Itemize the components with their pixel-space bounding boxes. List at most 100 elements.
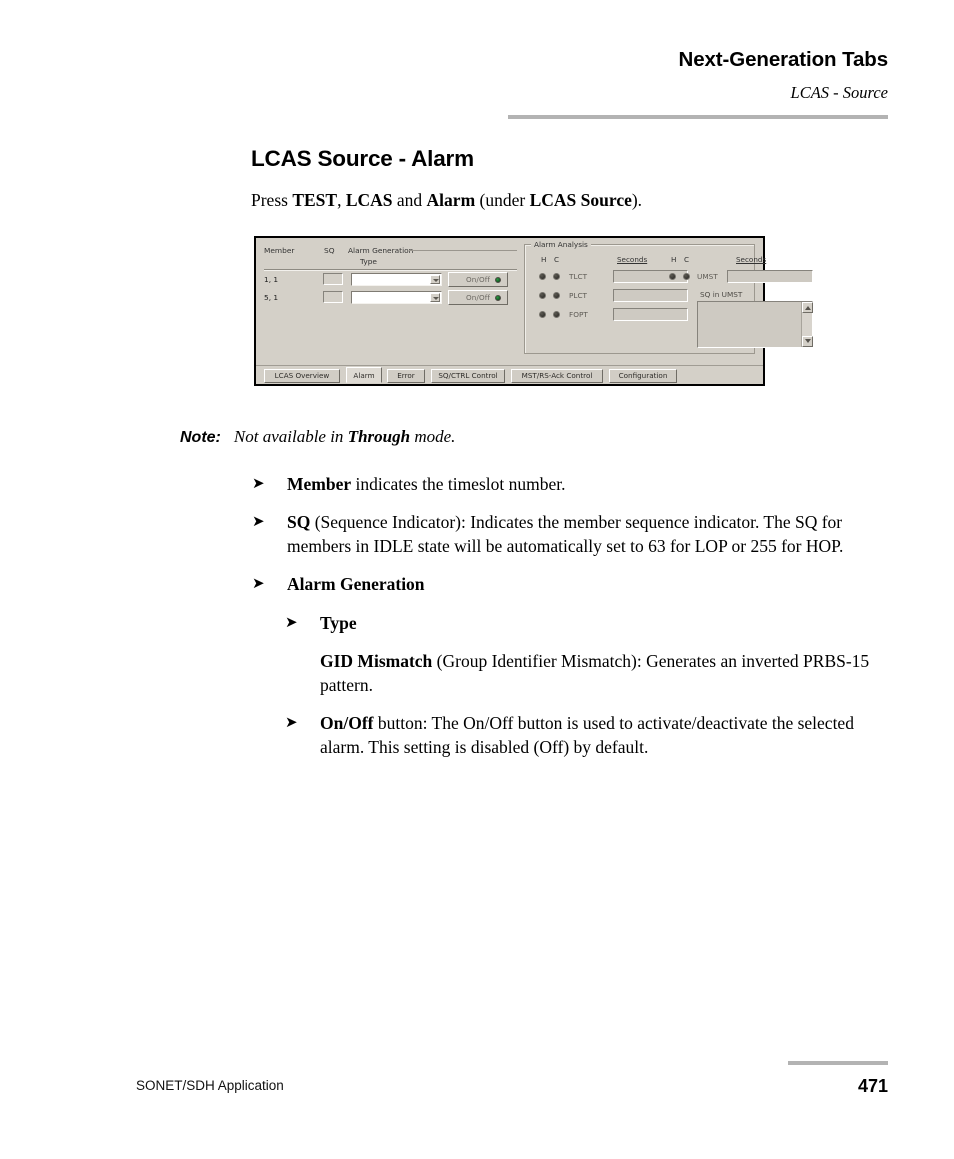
on-off-button[interactable]: On/Off — [448, 272, 508, 287]
tab-alarm[interactable]: Alarm — [346, 367, 382, 383]
paragraph-bold: GID Mismatch — [320, 650, 433, 671]
list-item: ➤ SQ (Sequence Indicator): Indicates the… — [251, 510, 891, 558]
type-dropdown[interactable] — [351, 273, 442, 286]
intro-sep-1: , — [337, 190, 346, 210]
on-off-label: On/Off — [466, 293, 490, 302]
tab-mst-rs-ack-control[interactable]: MST/RS-Ack Control — [511, 369, 603, 383]
status-led-icon — [495, 295, 501, 301]
header-seconds-right: Seconds — [736, 255, 767, 264]
note-block: Note: Not available in Through mode. — [180, 427, 455, 447]
page-title: LCAS Source - Alarm — [251, 146, 474, 171]
c-led-icon — [553, 311, 560, 318]
on-off-label: On/Off — [466, 275, 490, 284]
scroll-up-icon[interactable] — [802, 302, 813, 313]
seconds-field-tlct[interactable] — [613, 270, 688, 283]
alarm-name-umst: UMST — [697, 272, 718, 281]
list-item: ➤ Member indicates the timeslot number. — [251, 472, 891, 496]
sq-in-umst-listbox[interactable] — [697, 301, 813, 348]
page-header: Next-Generation Tabs LCAS - Source — [508, 48, 889, 103]
header-c-right: C — [684, 255, 690, 264]
note-label: Note: — [180, 429, 221, 446]
seconds-field-umst[interactable] — [727, 270, 813, 283]
list-item-text: button: The On/Off button is used to act… — [320, 712, 854, 758]
alarm-name-fopt: FOPT — [569, 310, 588, 319]
h-led-icon — [539, 311, 546, 318]
intro-paragraph: Press TEST, LCAS and Alarm (under LCAS S… — [251, 189, 642, 212]
list-item-bold: Member — [287, 474, 352, 494]
type-dropdown[interactable] — [351, 291, 442, 304]
bullet-arrow-icon: ➤ — [252, 474, 265, 492]
tab-error[interactable]: Error — [387, 369, 425, 383]
seconds-field-fopt[interactable] — [613, 308, 688, 321]
note-text: Not available in Through mode. — [234, 427, 456, 446]
status-led-icon — [495, 277, 501, 283]
list-item-sub: ➤ Type — [284, 611, 891, 635]
member-value: 1, 1 — [264, 275, 279, 284]
sq-in-umst-label: SQ in UMST — [700, 290, 743, 299]
intro-bold-test: TEST — [292, 190, 338, 210]
page-number: 471 — [857, 1076, 888, 1096]
intro-bold-alarm: Alarm — [426, 190, 476, 210]
h-led-icon — [539, 273, 546, 280]
bullet-arrow-icon: ➤ — [252, 512, 265, 531]
intro-sep-3: (under — [475, 190, 530, 210]
scroll-down-icon[interactable] — [802, 336, 813, 347]
note-text-suffix: mode. — [410, 427, 456, 446]
bullet-arrow-icon: ➤ — [285, 612, 298, 631]
bullet-list: ➤ Member indicates the timeslot number. … — [251, 472, 891, 773]
list-item: ➤ Alarm Generation — [251, 572, 891, 596]
footer-divider — [788, 1061, 888, 1065]
header-h-left: H — [541, 255, 547, 264]
tab-configuration[interactable]: Configuration — [609, 369, 677, 383]
c-led-icon — [553, 273, 560, 280]
c-led-icon — [553, 292, 560, 299]
intro-sep-2: and — [392, 190, 427, 210]
group-label-alarm-generation: Alarm Generation — [348, 246, 414, 255]
sq-field[interactable] — [323, 291, 343, 303]
tab-lcas-overview[interactable]: LCAS Overview — [264, 369, 340, 383]
intro-bold-lcas-source: LCAS Source — [529, 190, 632, 210]
lcas-alarm-screenshot: Member SQ Alarm Generation Type 1, 1 On/… — [254, 236, 813, 386]
list-item-text: indicates the timeslot number. — [351, 474, 566, 494]
h-led-icon — [539, 292, 546, 299]
chevron-down-icon[interactable] — [430, 275, 440, 284]
list-item-sub: ➤ On/Off button: The On/Off button is us… — [284, 711, 891, 759]
header-separator-rule — [264, 269, 517, 270]
seconds-field-plct[interactable] — [613, 289, 688, 302]
c-led-icon-umst — [683, 273, 690, 280]
alarm-generation-group-rule — [409, 250, 517, 251]
footer-application-name: SONET/SDH Application — [136, 1078, 284, 1093]
list-item-bold: Type — [320, 612, 357, 633]
tab-bar: LCAS Overview Alarm Error SQ/CTRL Contro… — [256, 365, 763, 384]
column-header-sq: SQ — [324, 246, 335, 255]
list-item-bold: Alarm Generation — [287, 574, 425, 595]
column-header-member: Member — [264, 246, 295, 255]
alarm-name-tlct: TLCT — [569, 272, 588, 281]
scrollbar[interactable] — [801, 302, 813, 347]
intro-suffix: ). — [631, 190, 643, 210]
h-led-icon-umst — [669, 273, 676, 280]
header-c-left: C — [554, 255, 560, 264]
bullet-arrow-icon: ➤ — [252, 574, 265, 593]
list-item-text: (Sequence Indicator): Indicates the memb… — [287, 512, 844, 557]
header-seconds-left: Seconds — [617, 255, 648, 264]
header-h-right: H — [671, 255, 677, 264]
intro-prefix: Press — [251, 190, 293, 210]
member-value: 5, 1 — [264, 293, 279, 302]
chevron-down-icon[interactable] — [430, 293, 440, 302]
header-title: Next-Generation Tabs — [678, 48, 889, 71]
column-header-type: Type — [360, 257, 377, 266]
alarm-analysis-group: Alarm Analysis H C Seconds H C Seconds T… — [524, 240, 813, 354]
sq-field[interactable] — [323, 273, 343, 285]
alarm-name-plct: PLCT — [569, 291, 588, 300]
tab-sq-ctrl-control[interactable]: SQ/CTRL Control — [431, 369, 505, 383]
paragraph-gid-mismatch: GID Mismatch (Group Identifier Mismatch)… — [320, 649, 891, 697]
note-text-bold: Through — [347, 427, 411, 446]
intro-bold-lcas: LCAS — [345, 190, 393, 210]
header-subtitle: LCAS - Source — [790, 82, 888, 102]
note-text-prefix: Not available in — [233, 427, 348, 446]
list-item-bold: SQ — [287, 512, 311, 533]
on-off-button[interactable]: On/Off — [448, 290, 508, 305]
alarm-analysis-legend: Alarm Analysis — [531, 240, 591, 249]
list-item-bold: On/Off — [320, 712, 374, 733]
